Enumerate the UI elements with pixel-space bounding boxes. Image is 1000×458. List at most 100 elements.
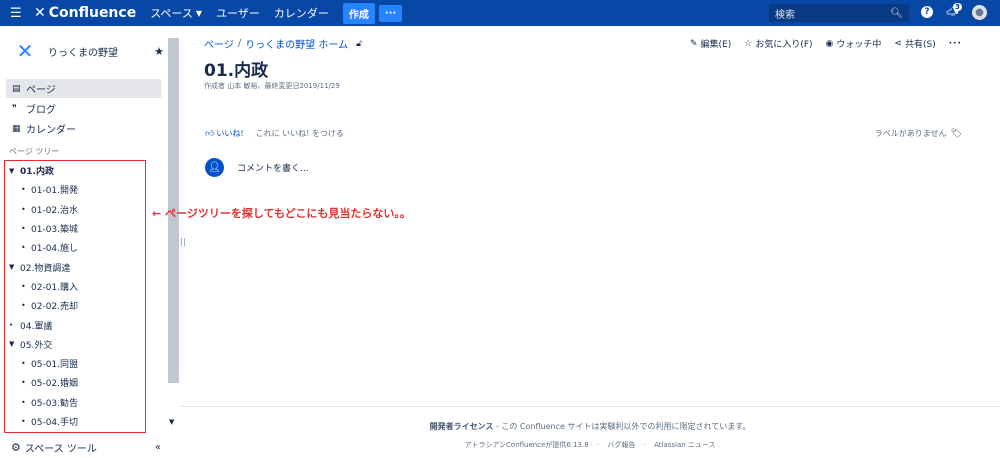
more-actions-button[interactable]: ··· [949, 37, 962, 50]
tree-item-label: 05-02.婚姻 [31, 379, 79, 390]
space-name[interactable]: りっくまの野望 [48, 44, 154, 59]
star-outline-icon: ☆ [744, 38, 753, 49]
tree-item-label: 01-02.治水 [31, 205, 79, 216]
page-byline: 作成者 山本 敏裕、最終変更日2019/11/29 [204, 82, 340, 90]
confluence-logo[interactable]: ✕ Confluence [34, 5, 136, 21]
footer-divider [180, 406, 1000, 407]
bullet-icon: • [21, 359, 26, 369]
sidebar-nav: ▤ ページ ❞ ブログ ▦ カレンダー [6, 79, 161, 139]
search-icon: 🔍︎ [890, 7, 903, 19]
annotation-text: ← ページツリーを探してもどこにも見当たらない。。 [152, 207, 411, 220]
sidebar-resize-handle[interactable] [181, 238, 185, 246]
nav-users[interactable]: ユーザー [216, 5, 260, 21]
sidebar-item-pages[interactable]: ▤ ページ [6, 79, 161, 98]
pencil-icon: ✎ [690, 38, 698, 49]
nav-calendar[interactable]: カレンダー [274, 5, 329, 21]
watch-label: ウォッチ中 [836, 40, 882, 50]
news-link[interactable]: Atlassian ニュース [654, 441, 715, 449]
powered-by-link[interactable]: アトラシアンConfluenceが提供6.13.8 [464, 441, 588, 449]
favorite-button[interactable]: ☆ お気に入り(F) [744, 37, 813, 51]
space-logo-icon[interactable]: ✕ [14, 40, 36, 62]
tree-item[interactable]: ▼ 05.外交 [5, 335, 145, 354]
tree-item[interactable]: • 05-01.同盟 [5, 354, 145, 373]
chevron-down-icon: ▼ [195, 8, 203, 18]
sidebar: ✕ りっくまの野望 ★ ▤ ページ ❞ ブログ ▦ カレンダー ページ ツリー … [0, 26, 168, 458]
comment-box[interactable]: 👤︎ コメントを書く... [205, 158, 309, 177]
chevron-down-icon[interactable]: ▼ [9, 340, 20, 348]
license-text: - この Confluence サイトは実験利以外での利用に限定されています。 [493, 422, 751, 431]
eye-icon: ◉ [825, 38, 834, 49]
tree-item[interactable]: • 01-01.開発 [5, 180, 145, 199]
tree-item[interactable]: • 01-03.築城 [5, 219, 145, 238]
bullet-icon: • [21, 243, 26, 253]
search-input[interactable]: 検索 🔍︎ [769, 4, 909, 22]
tree-item[interactable]: • 01-02.治水 [5, 200, 145, 219]
tree-item-label: 05-04.手切 [31, 418, 79, 428]
tag-icon[interactable]: 🏷︎ [951, 129, 962, 139]
scroll-down-icon[interactable]: ▼ [169, 418, 174, 426]
help-icon[interactable]: ? [921, 6, 933, 18]
lock-icon[interactable]: 🔓︎ [356, 39, 362, 49]
tree-item[interactable]: • 05-03.勧告 [5, 393, 145, 412]
bug-report-link[interactable]: バグ報告 [607, 441, 635, 449]
tree-item[interactable]: • 02-02.売却 [5, 296, 145, 315]
gear-icon: ⚙ [11, 441, 21, 454]
nav-spaces[interactable]: スペース ▼ [150, 5, 202, 21]
license-label: 開発者ライセンス [429, 422, 494, 431]
tree-item[interactable]: • 04.軍議 [5, 315, 145, 334]
user-avatar-icon: 👤︎ [205, 158, 224, 177]
quote-icon: ❞ [12, 103, 17, 114]
bullet-icon: • [21, 185, 26, 195]
space-tools[interactable]: ⚙ スペース ツール « [11, 440, 161, 455]
tree-item[interactable]: • 02-01.購入 [5, 277, 145, 296]
create-more-button[interactable]: ··· [378, 4, 403, 22]
tree-item[interactable]: ▼ 02.物資調達 [5, 257, 145, 276]
labels-area[interactable]: ラベルがありません 🏷︎ [875, 128, 962, 139]
favorite-label: お気に入り(F) [755, 40, 813, 50]
like-row: 👍︎ いいね! これに いいね! をつける ラベルがありません 🏷︎ [205, 128, 962, 139]
thumbs-up-icon: 👍︎ [205, 128, 215, 139]
bullet-icon: • [21, 301, 26, 311]
comment-placeholder: コメントを書く... [237, 164, 309, 174]
share-label: 共有(S) [904, 40, 936, 50]
calendar-icon: ▦ [12, 123, 21, 134]
tree-item-label: 01-03.築城 [31, 225, 79, 236]
tree-item-label: 01-01.開発 [31, 186, 79, 197]
labels-text: ラベルがありません [874, 129, 947, 138]
page-actions: ✎ 編集(E) ☆ お気に入り(F) ◉ ウォッチ中 ⋖ 共有(S) ··· [690, 37, 1000, 51]
bullet-icon: • [21, 224, 26, 234]
bullet-icon: • [21, 397, 26, 407]
menu-icon[interactable]: ☰ [10, 6, 30, 21]
breadcrumb-item[interactable]: りっくまの野望 ホーム [245, 36, 348, 51]
tree-item-label: 01.内政 [20, 167, 54, 178]
tree-item[interactable]: • 05-04.手切 [5, 412, 145, 431]
tree-item[interactable]: • 01-04.施し [5, 238, 145, 257]
tree-item-label: 02.物資調達 [20, 263, 71, 274]
product-name: Confluence [48, 5, 137, 21]
edit-button[interactable]: ✎ 編集(E) [690, 37, 731, 51]
tree-item-label: 05-03.勧告 [31, 398, 79, 409]
tree-item[interactable]: ▼ 01.内政 [5, 161, 145, 180]
breadcrumb-item[interactable]: ページ [204, 36, 234, 51]
sidebar-item-blog[interactable]: ❞ ブログ [6, 99, 161, 118]
collapse-sidebar-button[interactable]: « [155, 442, 161, 453]
footer-license: 開発者ライセンス - この Confluence サイトは実験利以外での利用に限… [180, 421, 1000, 432]
sidebar-item-label: カレンダー [26, 125, 76, 136]
watch-button[interactable]: ◉ ウォッチ中 [825, 37, 882, 51]
tree-item-label: 01-04.施し [31, 244, 79, 255]
star-icon[interactable]: ★ [154, 45, 164, 58]
like-button[interactable]: 👍︎ いいね! [205, 128, 244, 139]
avatar[interactable]: ● [972, 5, 987, 20]
page-icon: ▤ [12, 83, 21, 94]
create-button[interactable]: 作成 [342, 2, 375, 24]
tree-item-label: 02-02.売却 [31, 302, 79, 313]
sidebar-item-calendar[interactable]: ▦ カレンダー [6, 119, 161, 138]
bullet-icon: • [21, 281, 26, 291]
share-button[interactable]: ⋖ 共有(S) [894, 37, 936, 51]
footer-separator: · [643, 441, 646, 449]
space-header: ✕ りっくまの野望 ★ [14, 40, 164, 62]
tree-item-label: 04.軍議 [20, 321, 53, 332]
chevron-down-icon[interactable]: ▼ [9, 263, 20, 271]
tree-item[interactable]: • 05-02.婚姻 [5, 373, 145, 392]
chevron-down-icon[interactable]: ▼ [9, 167, 20, 175]
